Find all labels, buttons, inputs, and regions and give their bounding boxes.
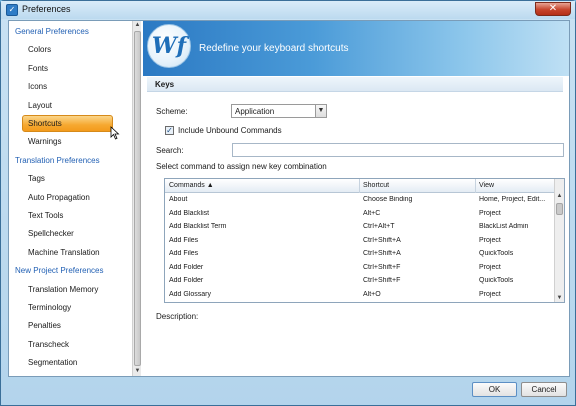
scheme-label: Scheme: [156,107,188,116]
command-cell: Add Blacklist [169,209,210,217]
command-cell: Add Blacklist Term [169,223,227,230]
column-divider[interactable] [475,179,476,193]
shortcut-cell: Alt+C [363,209,381,217]
scroll-up-arrow-icon[interactable]: ▲ [555,193,564,199]
nav-item-translation-memory[interactable]: Translation Memory [28,285,98,294]
content-area: General Preferences Colors Fonts Icons Layou… [8,20,570,377]
shortcut-cell: Ctrl+Shift+F [363,263,401,271]
table-row[interactable]: Add Files Ctrl+Shift+A Project [165,235,553,249]
nav-item-penalties[interactable]: Penalties [28,321,61,330]
include-unbound-checkbox[interactable]: ✓ [165,126,174,135]
scroll-thumb[interactable] [134,31,141,366]
scroll-thumb[interactable] [556,203,563,215]
command-cell: Add Files [169,250,199,257]
command-cell: Add Files [169,236,199,244]
scroll-up-arrow-icon[interactable]: ▲ [133,21,141,30]
view-cell: BlackList Admin [479,223,529,230]
scheme-select[interactable]: Application ▼ [231,104,327,118]
keys-section-bar [147,77,563,92]
scroll-down-arrow-icon[interactable]: ▼ [555,295,564,301]
description-label: Description: [156,312,199,321]
nav-item-text-tools[interactable]: Text Tools [28,211,63,220]
nav-item-layout[interactable]: Layout [28,101,52,110]
close-button[interactable]: ✕ [535,2,571,16]
column-header-view[interactable]: View [479,182,494,189]
view-cell: QuickTools [479,277,514,284]
view-cell: Project [479,236,501,244]
table-row[interactable]: Add Glossary Alt+O Project [165,289,553,303]
nav-item-auto-propagation[interactable]: Auto Propagation [28,193,90,202]
nav-category-new-project-preferences[interactable]: New Project Preferences [15,266,103,275]
column-header-shortcut[interactable]: Shortcut [363,182,389,189]
mouse-cursor-icon [110,126,120,140]
preferences-window: ✓ Preferences ✕ General Preferences Color… [0,0,576,406]
nav-category-general-preferences[interactable]: General Preferences [15,27,89,36]
search-label: Search: [156,146,184,155]
nav-category-translation-preferences[interactable]: Translation Preferences [15,156,100,165]
command-cell: Add Folder [169,263,204,271]
nav-scrollbar[interactable]: ▲ ▼ [132,21,141,376]
wf-logo: Wf [147,24,191,68]
header-banner: Wf Redefine your keyboard shortcuts [143,21,569,76]
command-cell: Add Folder [169,277,204,284]
column-header-commands[interactable]: Commands ▲ [169,182,214,189]
nav-item-tags[interactable]: Tags [28,174,45,183]
preferences-nav: General Preferences Colors Fonts Icons Layou… [9,21,141,376]
title-bar[interactable]: ✓ Preferences ✕ [1,1,575,19]
table-row[interactable]: Add Blacklist Term Ctrl+Alt+T BlackList Ad… [165,221,553,235]
nav-item-spellchecker[interactable]: Spellchecker [28,229,74,238]
shortcut-cell: Ctrl+Shift+A [363,236,401,244]
nav-item-transcheck[interactable]: Transcheck [28,340,69,349]
table-header: Commands ▲ Shortcut View [165,179,564,193]
chevron-down-icon[interactable]: ▼ [315,105,326,117]
nav-item-colors[interactable]: Colors [28,45,51,54]
table-row[interactable]: Add Folder Ctrl+Shift+F QuickTools [165,275,553,289]
app-icon: ✓ [6,4,18,16]
ok-button[interactable]: OK [472,382,517,397]
scheme-select-value: Application [235,107,275,116]
table-row[interactable]: Add Files Ctrl+Shift+A QuickTools [165,248,553,262]
view-cell: Project [479,290,501,298]
include-unbound-label: Include Unbound Commands [178,126,282,135]
table-row[interactable]: About Choose Binding Home, Project, Edit..… [165,194,553,208]
search-input[interactable] [232,143,564,157]
shortcut-cell: Choose Binding [363,196,413,203]
dialog-footer: OK Cancel [1,378,575,405]
nav-item-icons[interactable]: Icons [28,82,47,91]
column-divider[interactable] [359,179,360,193]
table-row[interactable]: Add Folder Ctrl+Shift+F Project [165,262,553,276]
nav-item-segmentation[interactable]: Segmentation [28,358,77,367]
nav-item-warnings[interactable]: Warnings [28,137,62,146]
commands-table: Commands ▲ Shortcut View About Choose Bin… [164,178,565,303]
shortcut-cell: Ctrl+Shift+A [363,250,401,257]
nav-item-fonts[interactable]: Fonts [28,64,48,73]
shortcut-cell: Ctrl+Alt+T [363,223,395,230]
instruction-text: Select command to assign new key combina… [156,162,327,171]
nav-item-shortcuts[interactable]: Shortcuts [28,119,62,128]
scroll-down-arrow-icon[interactable]: ▼ [133,367,141,376]
table-row[interactable]: Add Blacklist Alt+C Project [165,208,553,222]
table-scrollbar[interactable]: ▲ ▼ [554,179,564,302]
window-title: Preferences [22,4,71,14]
view-cell: Project [479,209,501,217]
shortcut-cell: Ctrl+Shift+F [363,277,401,284]
command-cell: Add Glossary [169,290,212,298]
header-title: Redefine your keyboard shortcuts [199,43,349,54]
shortcuts-panel: Wf Redefine your keyboard shortcuts Keys… [143,21,569,376]
nav-item-terminology[interactable]: Terminology [28,303,71,312]
shortcut-cell: Alt+O [363,290,381,298]
command-cell: About [169,196,188,203]
view-cell: Home, Project, Edit... [479,196,546,203]
view-cell: QuickTools [479,250,514,257]
cancel-button[interactable]: Cancel [521,382,567,397]
view-cell: Project [479,263,501,271]
nav-item-machine-translation[interactable]: Machine Translation [28,248,100,257]
keys-section-title: Keys [155,80,175,89]
